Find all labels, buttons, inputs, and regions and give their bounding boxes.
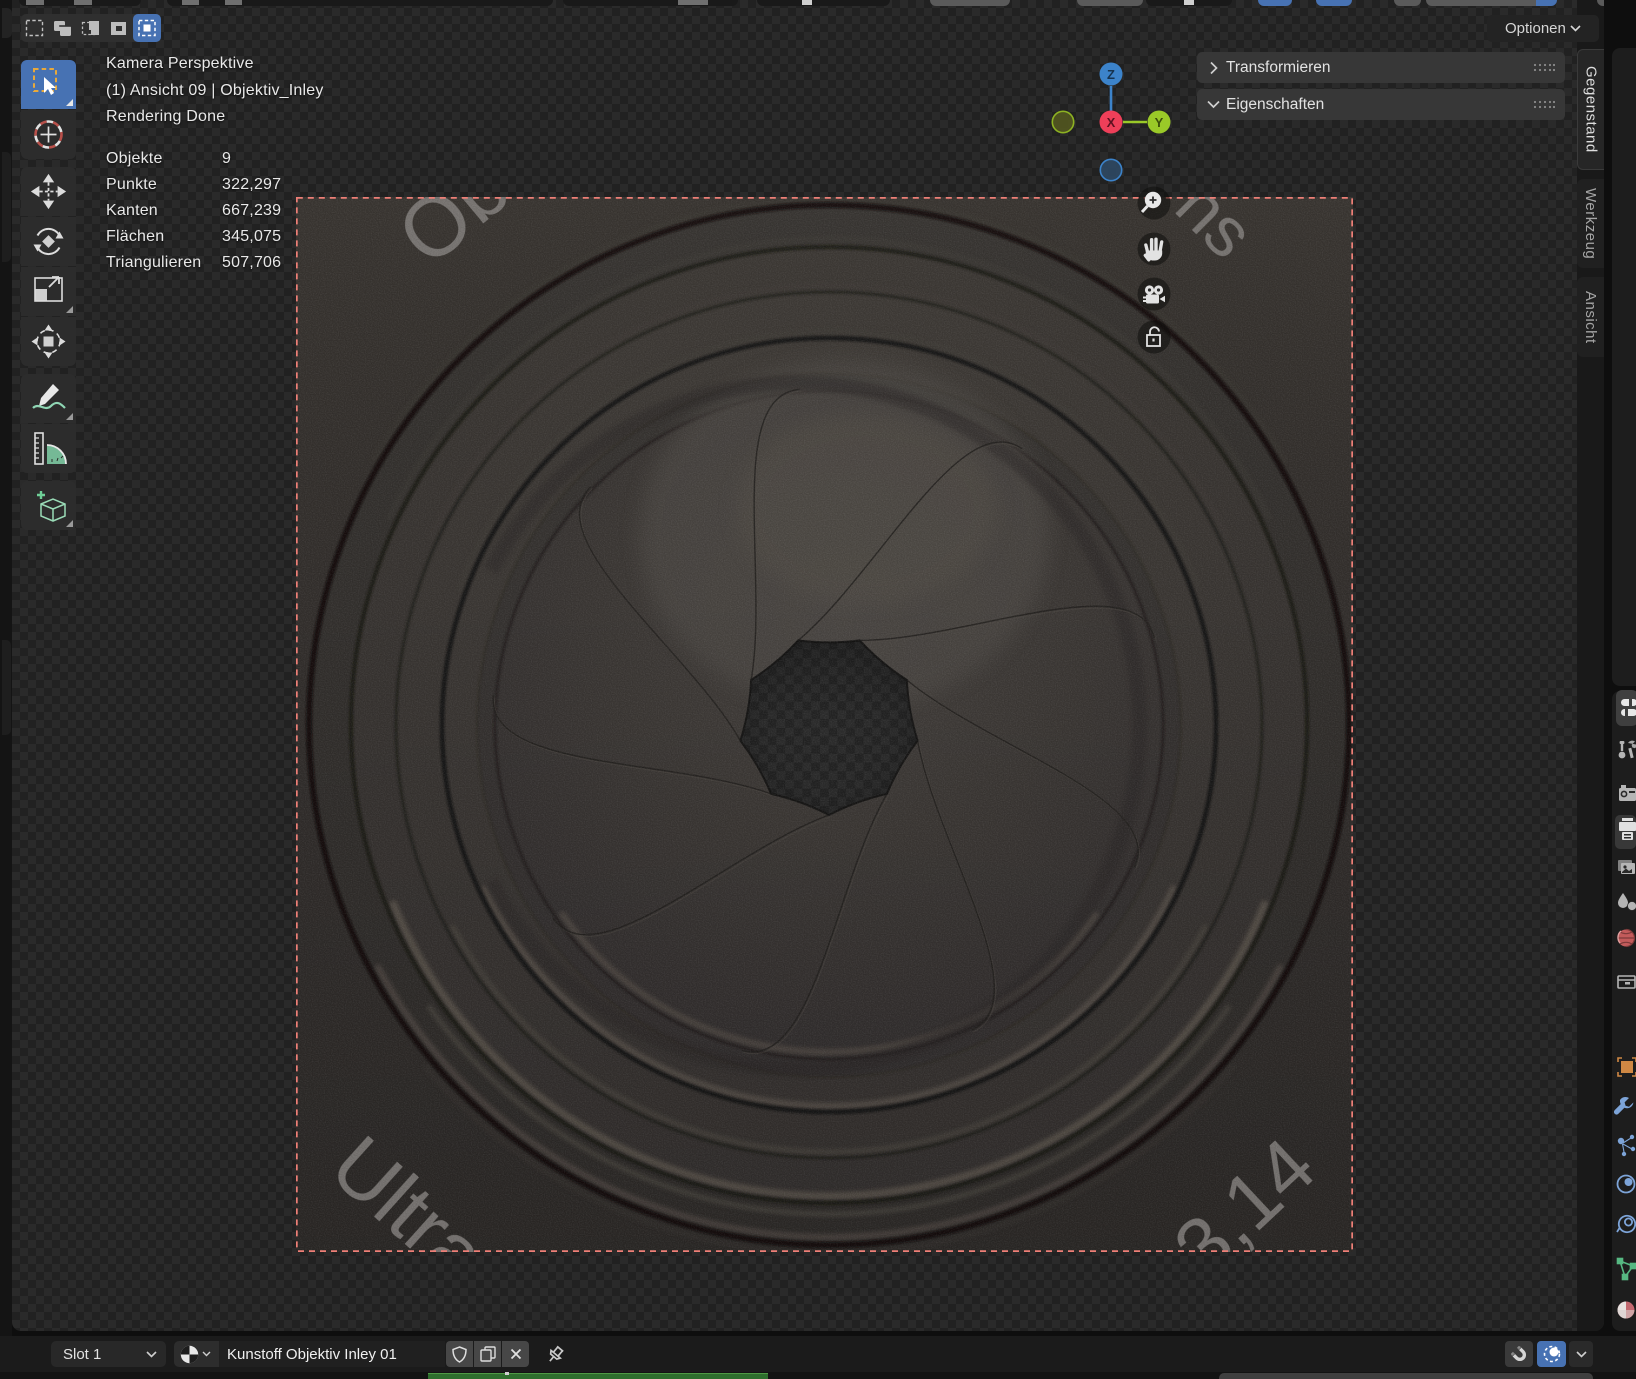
svg-text:X: X bbox=[1107, 115, 1116, 130]
svg-text:Y: Y bbox=[1155, 115, 1164, 130]
svg-text:Z: Z bbox=[1107, 67, 1115, 82]
